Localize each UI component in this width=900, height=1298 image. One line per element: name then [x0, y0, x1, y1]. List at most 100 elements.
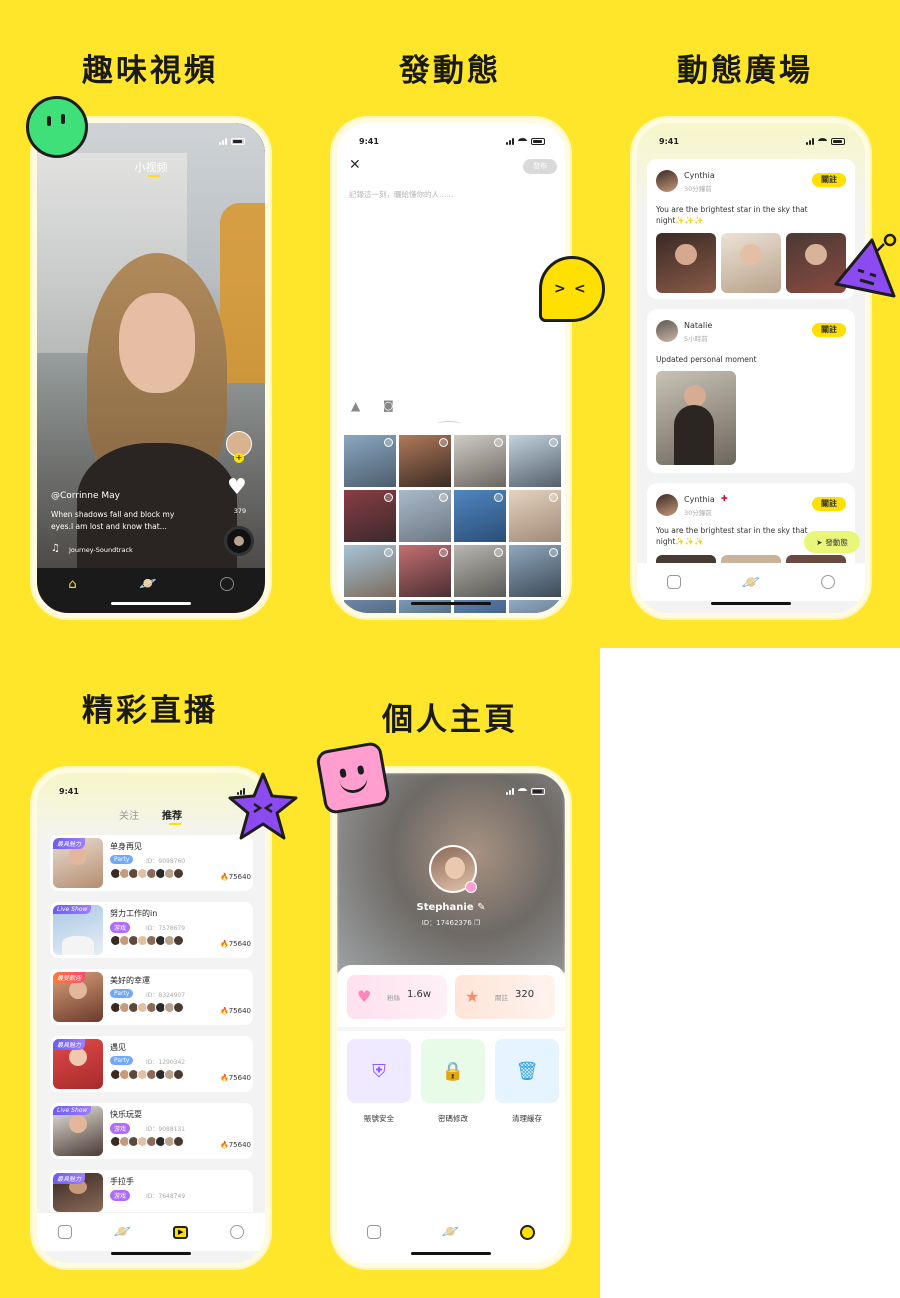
- live-room-item[interactable]: 最具魅力 手拉手 游戏 ID：7648749: [50, 1170, 253, 1212]
- follow-plus-icon[interactable]: +: [234, 453, 244, 463]
- password-change-button[interactable]: 🔒: [421, 1039, 485, 1103]
- post-photo[interactable]: [721, 233, 781, 293]
- photo-thumb[interactable]: [454, 545, 506, 597]
- post-text-input[interactable]: 記錄這一刻，曬給懂你的人......: [349, 189, 453, 200]
- close-icon[interactable]: ✕: [349, 157, 361, 173]
- follow-button[interactable]: 關註: [812, 497, 846, 511]
- home-indicator: [711, 602, 791, 605]
- status-bar: 9:41: [59, 785, 245, 797]
- post-text-1: You are the brightest star in the sky th…: [656, 526, 808, 535]
- photo-thumb[interactable]: [344, 435, 396, 487]
- planet-tab-icon[interactable]: 🪐: [742, 573, 761, 591]
- phone-profile: Stephanie ✎ ID：17462376 ❐ ♥ 粉絲 1.6w ★ 關註…: [332, 768, 570, 1268]
- photo-thumb[interactable]: [454, 490, 506, 542]
- post-text-1: Updated personal moment: [656, 355, 757, 364]
- post-card[interactable]: Cynthia 30分鐘前 關註 You are the brightest s…: [647, 159, 855, 299]
- status-bar: 9:41: [659, 135, 845, 147]
- video-frame[interactable]: [37, 123, 265, 568]
- music-disc[interactable]: [224, 526, 254, 556]
- home-tab-icon[interactable]: ⌂: [68, 577, 76, 592]
- tool-label: 賬號安全: [364, 1114, 394, 1123]
- heart-icon[interactable]: ♥: [227, 475, 247, 500]
- planet-tab-icon[interactable]: 🪐: [139, 576, 156, 592]
- video-tab-title[interactable]: 小视频: [37, 159, 265, 175]
- music-icon: ♫: [51, 543, 60, 554]
- room-tag: Party: [110, 989, 134, 998]
- tab-recommended[interactable]: 推荐: [162, 807, 182, 822]
- avatar[interactable]: [656, 320, 678, 342]
- room-title: 遇见: [110, 1043, 126, 1052]
- hearts-icon: ♥: [357, 987, 372, 1006]
- planet-tab-icon[interactable]: 🪐: [442, 1224, 459, 1240]
- new-post-button[interactable]: ➤ 發動態: [804, 531, 860, 553]
- publish-button[interactable]: 發布: [523, 159, 557, 174]
- post-time: 30分鐘前: [684, 185, 712, 193]
- tab-bar: 🪐 ▶: [37, 1213, 265, 1251]
- profile-tab-icon[interactable]: [219, 577, 234, 591]
- account-security-button[interactable]: ⛨: [347, 1039, 411, 1103]
- image-icon[interactable]: ▲: [351, 399, 360, 413]
- room-title: 努力工作的in: [110, 909, 158, 918]
- follow-button[interactable]: 關註: [812, 173, 846, 187]
- photo-thumb[interactable]: [344, 490, 396, 542]
- copy-icon: ❐: [474, 919, 481, 927]
- room-id: ID：8324907: [146, 992, 186, 999]
- home-tab-icon[interactable]: [367, 1225, 382, 1239]
- live-room-item[interactable]: 最具魅力 遇见 Party ID：1290342 🔥75640: [50, 1036, 253, 1092]
- status-bar: [59, 135, 245, 147]
- fans-stat[interactable]: ♥ 粉絲 1.6w: [347, 975, 447, 1019]
- avatar[interactable]: [656, 494, 678, 516]
- post-author: Cynthia: [684, 171, 715, 180]
- room-hot: 🔥75640: [220, 873, 251, 881]
- photo-thumb[interactable]: [509, 490, 561, 542]
- drawer-handle[interactable]: [437, 421, 461, 427]
- post-card[interactable]: Natalie 5小時前 關註 Updated personal moment: [647, 309, 855, 473]
- room-title: 手拉手: [110, 1177, 134, 1186]
- following-stat[interactable]: ★ 關註 320: [455, 975, 555, 1019]
- photo-thumb[interactable]: [399, 545, 451, 597]
- live-room-item[interactable]: 最具魅力 单身再见 Party ID：9098760 🔥75640: [50, 835, 253, 891]
- flag-icon: ✚: [721, 494, 728, 503]
- post-time: 5小時前: [684, 335, 708, 343]
- purple-star-sticker: [228, 772, 298, 840]
- avatar[interactable]: [656, 170, 678, 192]
- profile-tab-icon[interactable]: [230, 1225, 245, 1239]
- photo-thumb[interactable]: [399, 435, 451, 487]
- trash-icon: 🗑: [515, 1060, 539, 1082]
- planet-tab-icon[interactable]: 🪐: [114, 1224, 131, 1240]
- photo-thumb[interactable]: [399, 490, 451, 542]
- photo-thumb[interactable]: [509, 435, 561, 487]
- home-tab-icon[interactable]: [667, 575, 682, 589]
- edit-icon: ✎: [477, 902, 486, 913]
- room-id: ID：7648749: [146, 1193, 186, 1200]
- tab-bar: ⌂ 🪐: [37, 569, 265, 599]
- shield-icon: ⛨: [372, 1060, 386, 1082]
- tab-following[interactable]: 关注: [119, 807, 139, 822]
- photo-thumb[interactable]: [344, 545, 396, 597]
- clear-cache-button[interactable]: 🗑: [495, 1039, 559, 1103]
- camera-icon[interactable]: ◙: [383, 399, 394, 412]
- photo-thumb[interactable]: [509, 545, 561, 597]
- photo-thumb[interactable]: [454, 435, 506, 487]
- tab-indicator: [148, 175, 160, 177]
- music-title[interactable]: Journey-Soundtrack: [69, 546, 133, 554]
- live-room-item[interactable]: Live Show 努力工作的in 游戏 ID：7578679 🔥75640: [50, 902, 253, 958]
- post-card[interactable]: Cynthia ✚ 30分鐘前 關註 You are the brightest…: [647, 483, 855, 573]
- post-photo[interactable]: [656, 233, 716, 293]
- live-room-item[interactable]: 最受歡迎 美好的幸運 Party ID：8324907 🔥75640: [50, 969, 253, 1025]
- room-title: 快乐玩耍: [110, 1110, 142, 1119]
- post-photo[interactable]: [656, 371, 736, 465]
- room-hot: 🔥75640: [220, 1074, 251, 1082]
- profile-tab-icon[interactable]: [519, 1224, 535, 1240]
- video-username[interactable]: @Corrinne May: [51, 491, 120, 501]
- profile-tab-icon[interactable]: [820, 575, 835, 589]
- viewer-avatars: [110, 868, 184, 879]
- room-title: 单身再见: [110, 842, 142, 851]
- follow-button[interactable]: 關註: [812, 323, 846, 337]
- live-tab-icon[interactable]: ▶: [173, 1225, 189, 1239]
- live-room-item[interactable]: Live Show 快乐玩耍 游戏 ID：9088131 🔥75640: [50, 1103, 253, 1159]
- room-tag: Party: [110, 1056, 134, 1065]
- home-tab-icon[interactable]: [57, 1225, 72, 1239]
- green-face-sticker: [26, 96, 88, 158]
- post-text-1: You are the brightest star in the sky th…: [656, 205, 808, 214]
